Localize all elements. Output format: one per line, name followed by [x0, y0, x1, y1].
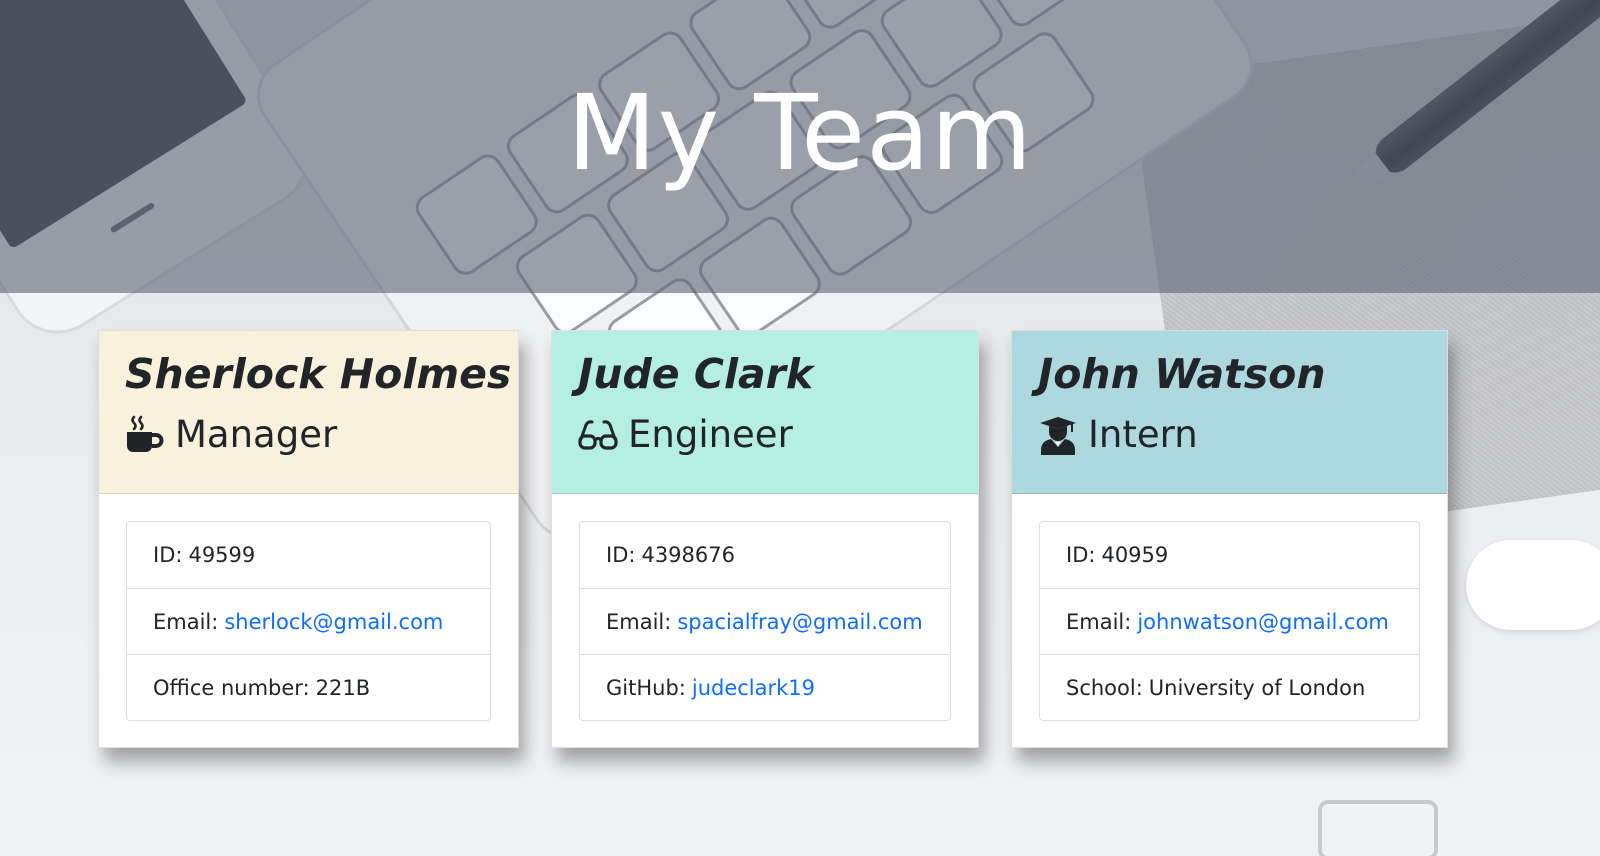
info-list: ID: 4398676 Email: spacialfray@gmail.com…: [579, 521, 951, 721]
employee-name: Sherlock Holmes: [125, 350, 512, 398]
employee-school: School: University of London: [1040, 654, 1419, 720]
employee-card-manager: Sherlock Holmes Manager ID: 49599 Email:…: [98, 330, 519, 748]
info-label: ID:: [606, 543, 636, 567]
info-label: ID:: [1066, 543, 1096, 567]
employee-office-number: Office number: 221B: [127, 654, 490, 720]
employee-role-label: Manager: [175, 413, 338, 456]
employee-card-intern: John Watson Intern ID: 40959 Email: john…: [1011, 330, 1448, 748]
email-link[interactable]: johnwatson@gmail.com: [1137, 610, 1389, 634]
info-label: Email:: [606, 609, 672, 634]
binder-clip-image: [1318, 800, 1438, 856]
employee-role: Manager: [125, 411, 492, 459]
info-label: GitHub:: [606, 675, 686, 700]
info-value: 221B: [315, 675, 371, 700]
glasses-icon: [578, 415, 618, 455]
employee-email: Email: johnwatson@gmail.com: [1040, 588, 1419, 654]
info-list: ID: 40959 Email: johnwatson@gmail.com Sc…: [1039, 521, 1420, 721]
employee-id: ID: 40959: [1040, 522, 1419, 588]
info-value: 4398676: [641, 543, 735, 567]
info-value: 49599: [188, 543, 256, 567]
card-body: ID: 40959 Email: johnwatson@gmail.com Sc…: [1012, 494, 1447, 721]
email-link[interactable]: spacialfray@gmail.com: [677, 610, 922, 634]
info-value: 40959: [1101, 543, 1169, 567]
employee-id: ID: 4398676: [580, 522, 950, 588]
employee-role: Engineer: [578, 411, 952, 459]
coffee-mug-icon: [125, 415, 165, 455]
card-body: ID: 4398676 Email: spacialfray@gmail.com…: [552, 494, 978, 721]
info-label: ID:: [153, 543, 183, 567]
employee-id: ID: 49599: [127, 522, 490, 588]
card-body: ID: 49599 Email: sherlock@gmail.com Offi…: [99, 494, 518, 721]
card-header: John Watson Intern: [1012, 331, 1447, 494]
employee-role-label: Intern: [1088, 413, 1198, 456]
card-header: Jude Clark Engineer: [552, 331, 978, 494]
info-value: University of London: [1148, 675, 1366, 700]
info-label: School:: [1066, 675, 1143, 700]
employee-role-label: Engineer: [628, 413, 793, 456]
employee-email: Email: spacialfray@gmail.com: [580, 588, 950, 654]
employee-github: GitHub: judeclark19: [580, 654, 950, 720]
team-cards: Sherlock Holmes Manager ID: 49599 Email:…: [0, 330, 1600, 750]
info-label: Email:: [153, 609, 219, 634]
employee-card-engineer: Jude Clark Engineer ID: 4398676 Email: s…: [551, 330, 979, 748]
info-list: ID: 49599 Email: sherlock@gmail.com Offi…: [126, 521, 491, 721]
graduate-icon: [1038, 415, 1078, 455]
page-title: My Team: [566, 71, 1034, 194]
employee-role: Intern: [1038, 411, 1421, 459]
employee-email: Email: sherlock@gmail.com: [127, 588, 490, 654]
card-header: Sherlock Holmes Manager: [99, 331, 518, 494]
info-label: Email:: [1066, 609, 1132, 634]
page-header: My Team: [0, 0, 1600, 293]
info-label: Office number:: [153, 675, 310, 700]
github-link[interactable]: judeclark19: [692, 676, 815, 700]
employee-name: Jude Clark: [578, 350, 814, 398]
email-link[interactable]: sherlock@gmail.com: [224, 610, 443, 634]
employee-name: John Watson: [1038, 350, 1326, 398]
